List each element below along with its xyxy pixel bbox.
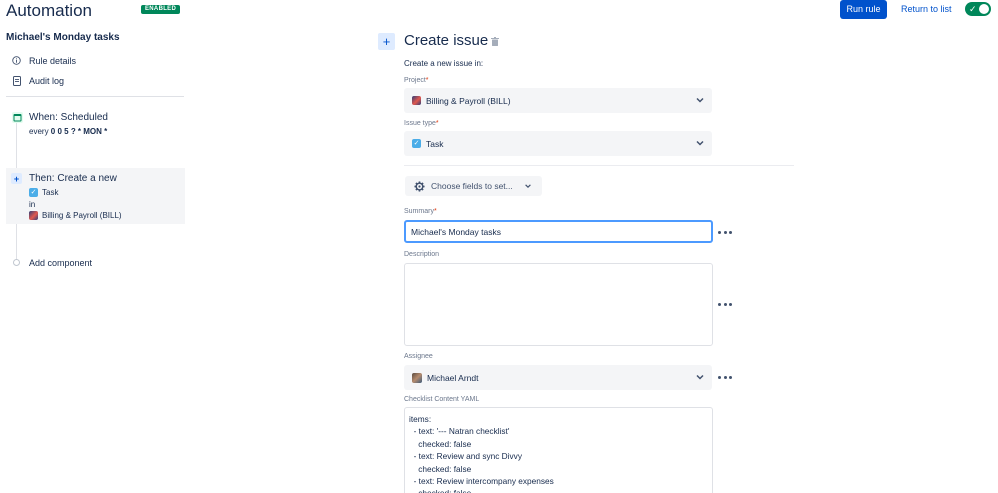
- required-mark: *: [433, 208, 437, 215]
- description-more-icon[interactable]: [718, 301, 732, 307]
- action-project: Billing & Payroll (BILL): [29, 211, 122, 220]
- assignee-select[interactable]: Michael Arndt: [404, 365, 712, 390]
- plus-icon: +: [378, 33, 395, 50]
- project-label: Project*: [404, 77, 429, 84]
- checklist-yaml-textarea[interactable]: items: - text: '--- Natran checklist' ch…: [404, 407, 713, 493]
- choose-fields-button[interactable]: Choose fields to set...: [405, 176, 542, 196]
- audit-log-link[interactable]: Audit log: [11, 75, 64, 86]
- action-title: Then: Create a new: [29, 173, 117, 184]
- assignee-label: Assignee: [404, 353, 433, 360]
- project-icon: [29, 211, 38, 220]
- run-rule-button[interactable]: Run rule: [840, 0, 887, 19]
- choose-fields-label: Choose fields to set...: [431, 181, 513, 191]
- rule-details-label: Rule details: [29, 55, 77, 66]
- page-title: Automation: [6, 1, 92, 20]
- section-divider: [404, 165, 794, 166]
- rule-enabled-toggle[interactable]: ✓: [965, 2, 991, 16]
- chevron-down-icon: [696, 374, 704, 380]
- panel-title: Create issue: [404, 32, 489, 49]
- rule-details-link[interactable]: Rule details: [11, 55, 76, 66]
- required-mark: *: [425, 77, 429, 84]
- trigger-schedule: every 0 0 5 ? * MON *: [29, 127, 107, 136]
- trigger-every: every: [29, 127, 49, 136]
- action-in: in: [29, 200, 36, 209]
- issue-type-select[interactable]: ✓ Task: [404, 131, 712, 156]
- chevron-down-icon: [525, 184, 531, 189]
- add-component-link[interactable]: Add component: [29, 258, 92, 268]
- assignee-more-icon[interactable]: [718, 374, 732, 380]
- status-badge: ENABLED: [141, 5, 181, 14]
- summary-more-icon[interactable]: [718, 229, 732, 235]
- project-icon: [412, 96, 421, 105]
- project-select[interactable]: Billing & Payroll (BILL): [404, 88, 712, 113]
- trash-icon[interactable]: [491, 37, 499, 46]
- add-component-dot: [13, 259, 20, 266]
- issue-type-select-value: Task: [426, 138, 444, 149]
- trigger-cron: 0 0 5 ? * MON *: [50, 127, 108, 136]
- summary-input[interactable]: [404, 220, 713, 243]
- chevron-down-icon: [696, 140, 704, 146]
- trigger-title: When: Scheduled: [29, 112, 108, 123]
- audit-log-label: Audit log: [29, 75, 65, 86]
- action-project-label: Billing & Payroll (BILL): [42, 211, 122, 220]
- required-mark: *: [435, 120, 439, 127]
- check-icon: ✓: [969, 4, 977, 14]
- chevron-down-icon: [696, 97, 704, 103]
- return-to-list-link[interactable]: Return to list: [901, 4, 952, 14]
- avatar: [412, 372, 422, 383]
- description-label: Description: [404, 251, 440, 258]
- task-icon: ✓: [29, 188, 38, 197]
- toggle-knob: [979, 4, 989, 14]
- gear-icon: [414, 180, 425, 192]
- issue-type-label-text: Issue type: [404, 120, 436, 127]
- sidebar-divider: [6, 96, 184, 97]
- checklist-label: Checklist Content YAML: [404, 396, 480, 403]
- project-label-text: Project: [404, 77, 426, 84]
- issue-type-label: Issue type*: [404, 120, 439, 127]
- assignee-select-value: Michael Arndt: [427, 372, 479, 383]
- calendar-icon: [12, 112, 23, 123]
- info-icon: [11, 55, 22, 66]
- description-textarea[interactable]: [404, 263, 713, 346]
- document-icon: [11, 75, 22, 86]
- rule-name: Michael's Monday tasks: [6, 32, 120, 43]
- task-icon: ✓: [412, 139, 421, 148]
- project-select-value: Billing & Payroll (BILL): [426, 95, 511, 106]
- plus-icon: +: [11, 173, 22, 184]
- create-in-text: Create a new issue in:: [404, 59, 484, 68]
- action-issue-type-label: Task: [42, 188, 59, 197]
- action-issue-type: ✓ Task: [29, 188, 58, 197]
- summary-label: Summary*: [404, 208, 437, 215]
- summary-label-text: Summary: [404, 208, 434, 215]
